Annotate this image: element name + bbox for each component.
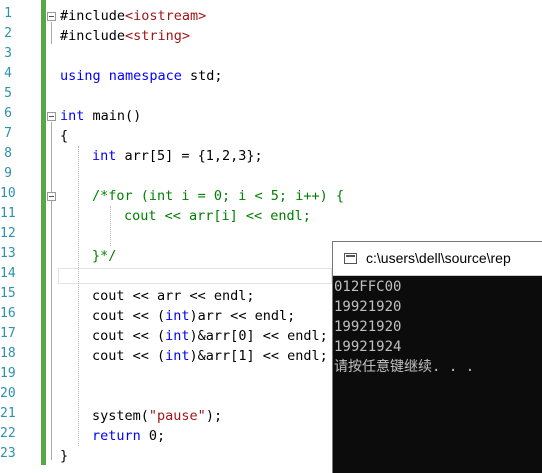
code-line-2[interactable]: #include<string> [60, 26, 190, 46]
line-number: 19 [0, 366, 16, 381]
code-text: cout << ( [92, 308, 166, 324]
include-target: <iostream> [125, 8, 207, 24]
code-line-8[interactable]: int arr[5] = {1,2,3}; [92, 146, 263, 166]
keyword: int [165, 348, 190, 364]
line-number: 2 [4, 26, 12, 41]
code-line-10[interactable]: /*for (int i = 0; i < 5; i++) { [92, 186, 344, 206]
line-number: 11 [0, 206, 16, 221]
console-output-line: 012FFC00 [334, 279, 402, 295]
line-number: 22 [0, 426, 16, 441]
code-line-15[interactable]: cout << arr << endl; [92, 286, 255, 306]
code-text: } [60, 448, 69, 464]
comment-text: /*for (int i = 0; i < 5; i++) { [92, 188, 344, 204]
code-line-18[interactable]: cout << (int)&arr[1] << endl; [92, 346, 328, 366]
line-number: 3 [4, 46, 12, 61]
console-app-icon [344, 253, 357, 264]
code-text: std; [181, 68, 223, 84]
code-text: cout << ( [92, 328, 166, 344]
code-text: ); [205, 408, 223, 424]
keyword: return [92, 428, 141, 444]
console-title-bar[interactable]: c:\users\dell\source\rep [333, 242, 542, 276]
code-line-11[interactable]: cout << arr[i] << endl; [124, 206, 311, 226]
console-title: c:\users\dell\source\rep [366, 250, 511, 266]
code-text: main() [84, 108, 142, 124]
line-number: 8 [4, 146, 12, 161]
line-number: 16 [0, 306, 16, 321]
line-number-gutter: 1 2 3 4 5 6 7 8 9 10 11 12 13 14 15 16 1… [0, 0, 38, 473]
comment-text: }*/ [92, 248, 117, 264]
fold-guide-line [51, 122, 52, 460]
code-text: cout << ( [92, 348, 166, 364]
line-number: 5 [4, 86, 12, 101]
code-line-16[interactable]: cout << (int)arr << endl; [92, 306, 295, 326]
code-text: 0; [140, 428, 166, 444]
keyword: using namespace [60, 68, 182, 84]
line-number: 4 [4, 66, 12, 81]
collapse-icon[interactable] [47, 12, 56, 21]
fold-guide-line [51, 22, 52, 44]
code-line-22[interactable]: return 0; [92, 426, 165, 446]
keyword: int [165, 308, 190, 324]
line-number: 1 [4, 6, 12, 21]
code-text: cout << arr << endl; [92, 288, 255, 304]
change-tracking-bar [41, 0, 46, 465]
code-line-21[interactable]: system("pause"); [92, 406, 222, 426]
keyword: int [165, 328, 190, 344]
code-text: { [60, 128, 69, 144]
line-number: 12 [0, 226, 16, 241]
current-line-highlight [58, 268, 332, 284]
keyword: int [60, 108, 85, 124]
line-number: 18 [0, 346, 16, 361]
indent-guide [78, 146, 79, 446]
line-number: 20 [0, 386, 16, 401]
code-line-13[interactable]: }*/ [92, 246, 116, 266]
code-text: )&arr[0] << endl; [189, 328, 328, 344]
collapse-icon[interactable] [47, 192, 56, 201]
line-number: 6 [4, 106, 12, 121]
line-number: 10 [0, 186, 16, 201]
code-line-7[interactable]: { [60, 126, 68, 146]
keyword: int [92, 148, 117, 164]
line-number: 15 [0, 286, 16, 301]
code-text: system( [92, 408, 149, 424]
code-line-4[interactable]: using namespace std; [60, 66, 223, 86]
console-window[interactable]: c:\users\dell\source\rep 012FFC00 199219… [332, 241, 542, 473]
console-output-line: 请按任意键继续. . . [334, 359, 475, 375]
code-line-1[interactable]: #include<iostream> [60, 6, 206, 26]
line-number: 21 [0, 406, 16, 421]
line-number: 7 [4, 126, 12, 141]
include-directive: #include [60, 8, 126, 24]
line-number: 17 [0, 326, 16, 341]
code-line-6[interactable]: int main() [60, 106, 141, 126]
line-number: 9 [4, 166, 12, 181]
line-number: 23 [0, 446, 16, 461]
code-text: )arr << endl; [189, 308, 296, 324]
string-literal: "pause" [148, 408, 206, 424]
code-line-23[interactable]: } [60, 446, 68, 466]
console-output-line: 19921920 [334, 299, 402, 315]
code-line-17[interactable]: cout << (int)&arr[0] << endl; [92, 326, 328, 346]
code-text: )&arr[1] << endl; [189, 348, 328, 364]
code-text: arr[5] = {1,2,3}; [116, 148, 263, 164]
line-number: 14 [0, 266, 16, 281]
console-output-line: 19921924 [334, 339, 402, 355]
include-target: <string> [125, 28, 191, 44]
line-number: 13 [0, 246, 16, 261]
indent-guide [110, 206, 111, 246]
console-output-line: 19921920 [334, 319, 402, 335]
include-directive: #include [60, 28, 126, 44]
comment-text: cout << arr[i] << endl; [124, 208, 311, 224]
collapse-icon[interactable] [47, 112, 56, 121]
